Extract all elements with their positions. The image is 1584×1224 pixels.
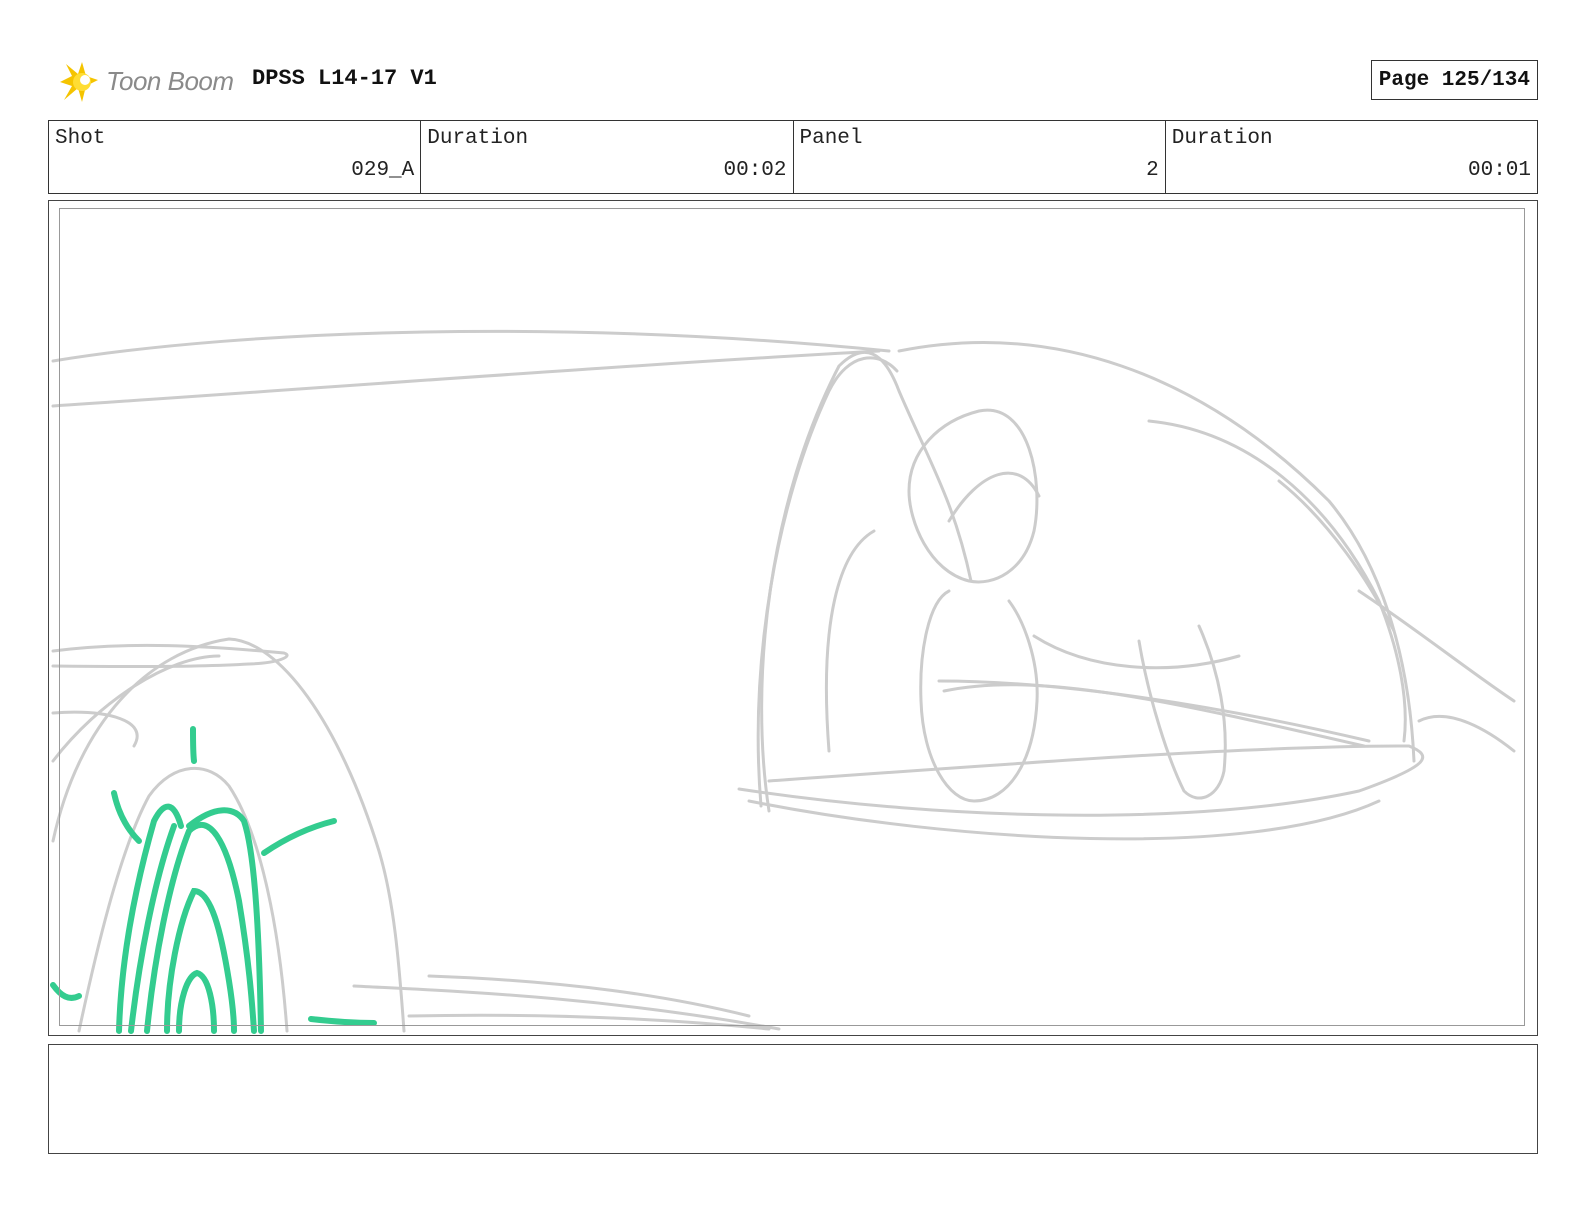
page-indicator: Page 125/134: [1370, 60, 1538, 100]
panel-duration-value: 00:01: [1467, 159, 1531, 182]
shot-value: 029_A: [351, 159, 415, 182]
panel-value: 2: [1146, 159, 1159, 182]
logo-wordmark: Toon Boom: [106, 66, 234, 96]
toon-boom-logo: Toon Boom: [52, 58, 242, 106]
storyboard-panel: [48, 200, 1538, 1036]
shot-duration-cell: Duration 00:02: [421, 121, 794, 193]
shot-cell: Shot 029_A: [49, 121, 422, 193]
panel-notes-box: [48, 1044, 1538, 1154]
panel-safe-frame: [59, 208, 1525, 1026]
shot-duration-label: Duration: [427, 127, 529, 150]
shot-label: Shot: [55, 127, 106, 150]
page-label: Page 125/134: [1378, 68, 1530, 92]
shot-duration-value: 00:02: [723, 159, 787, 182]
starburst-icon: [60, 62, 98, 102]
panel-cell: Panel 2: [794, 121, 1166, 193]
document-title: DPSS L14-17 V1: [252, 66, 437, 91]
panel-duration-cell: Duration 00:01: [1166, 121, 1537, 193]
panel-duration-label: Duration: [1171, 127, 1273, 150]
shot-info-table: Shot 029_A Duration 00:02 Panel 2 Durati…: [48, 120, 1538, 194]
panel-label: Panel: [799, 127, 863, 150]
page-header: Toon Boom DPSS L14-17 V1 Page 125/134: [48, 56, 1538, 108]
